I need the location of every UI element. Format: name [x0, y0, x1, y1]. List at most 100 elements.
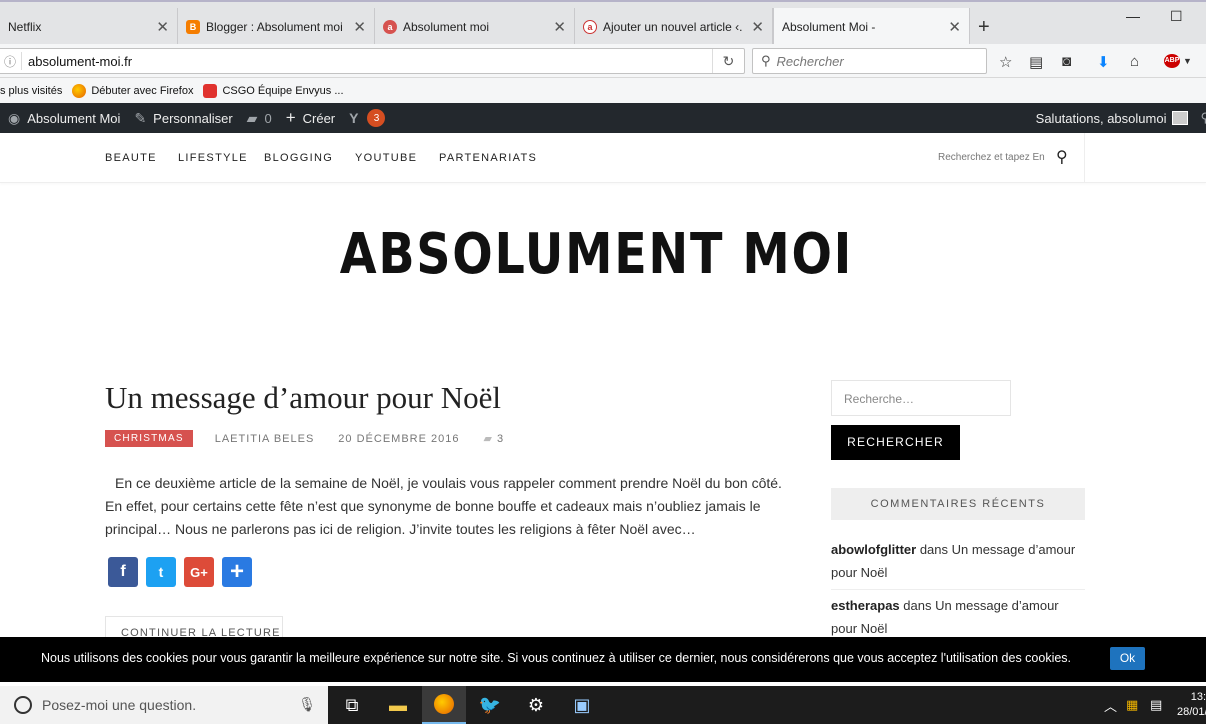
- info-icon[interactable]: ⓘ: [0, 53, 21, 70]
- comment-author[interactable]: estherapas: [831, 598, 900, 613]
- bookmark-most-visited[interactable]: s plus visités: [0, 85, 62, 97]
- post-author[interactable]: LAETITIA BELES: [215, 433, 315, 445]
- menu-item-lifestyle[interactable]: LIFESTYLE: [178, 152, 248, 164]
- sidebar-search-input[interactable]: Recherche…: [831, 380, 1011, 416]
- tab-active[interactable]: Absolument Moi - ✕: [773, 8, 970, 46]
- admin-site-label: Absolument Moi: [27, 110, 121, 126]
- network-icon[interactable]: ▤: [1150, 686, 1162, 724]
- menu-item-beaute[interactable]: BEAUTE: [105, 152, 157, 164]
- widget-title: COMMENTAIRES RÉCENTS: [831, 488, 1085, 520]
- home-icon[interactable]: ⌂: [1130, 53, 1139, 70]
- post-title[interactable]: Un message d’amour pour Noël: [105, 380, 501, 416]
- admin-site-link[interactable]: ◉ Absolument Moi: [8, 110, 120, 127]
- tray-app-icon[interactable]: ▦: [1126, 686, 1138, 724]
- comment-icon: ▰: [483, 433, 493, 445]
- blogger-icon: B: [186, 20, 200, 34]
- cookie-ok-button[interactable]: Ok: [1110, 647, 1145, 670]
- admin-customize-label: Personnaliser: [153, 110, 233, 126]
- bookmark-label: CSGO Équipe Envyus ...: [222, 84, 344, 97]
- menu-item-youtube[interactable]: YOUTUBE: [355, 152, 417, 164]
- close-icon[interactable]: ✕: [948, 18, 961, 36]
- post-meta: CHRISTMAS LAETITIA BELES 20 DÉCEMBRE 201…: [105, 430, 504, 447]
- bookmark-csgo[interactable]: CSGO Équipe Envyus ...: [203, 83, 344, 98]
- bookmark-firefox[interactable]: Débuter avec Firefox: [72, 83, 194, 98]
- menu-item-partenariats[interactable]: PARTENARIATS: [439, 152, 537, 164]
- admin-greeting: Salutations, absolumoi: [1035, 110, 1167, 126]
- task-view-icon[interactable]: ⧉: [330, 686, 374, 724]
- twitter-share-icon[interactable]: t: [146, 557, 176, 587]
- recent-comment[interactable]: estherapas dans Un message d’amour pour …: [831, 594, 1085, 640]
- clock-time: 13:: [1190, 691, 1206, 703]
- close-icon[interactable]: ✕: [751, 18, 764, 36]
- close-icon[interactable]: ✕: [353, 18, 366, 36]
- bookmark-star-icon[interactable]: ☆: [999, 53, 1012, 71]
- admin-account[interactable]: Salutations, absolumoi ⚲: [1036, 103, 1206, 133]
- cortana-icon: [14, 696, 32, 714]
- comment-count[interactable]: ▰ 3: [483, 432, 504, 445]
- windows-taskbar: Posez-moi une question. 🎙 ⧉ ▬ 🐦 ⚙ ▣ ︿ ▦ …: [0, 686, 1206, 724]
- file-explorer-icon[interactable]: ▬: [376, 686, 420, 724]
- cortana-search-input[interactable]: Posez-moi une question. 🎙: [0, 686, 328, 724]
- browser-navbar: ⓘ absolument-moi.fr ↻ ⚲ Rechercher ☆ ▤ ◙…: [0, 44, 1206, 78]
- sidebar-search-button[interactable]: RECHERCHER: [831, 425, 960, 460]
- divider: [21, 52, 22, 70]
- tab-label: Netflix: [8, 20, 42, 34]
- minimize-icon[interactable]: —: [1126, 8, 1140, 24]
- maximize-icon[interactable]: ☐: [1170, 8, 1183, 25]
- search-icon[interactable]: ⚲: [1056, 147, 1068, 167]
- recent-comment[interactable]: abowlofglitter dans Un message d’amour p…: [831, 538, 1085, 584]
- system-clock[interactable]: 13: 28/01/: [1177, 690, 1206, 720]
- download-icon[interactable]: ⬇: [1097, 53, 1110, 71]
- chevron-down-icon[interactable]: ▼: [1183, 56, 1192, 66]
- tab-label: Blogger : Absolument moi -: [206, 20, 346, 34]
- close-icon[interactable]: ✕: [156, 18, 169, 36]
- image-app-icon[interactable]: ▣: [560, 686, 604, 724]
- search-icon[interactable]: ⚲: [1200, 110, 1206, 126]
- new-tab-icon[interactable]: +: [978, 16, 990, 39]
- browser-search-input[interactable]: ⚲ Rechercher: [752, 48, 987, 74]
- tab-label: Absolument Moi -: [782, 20, 876, 34]
- settings-gear-icon[interactable]: ⚙: [514, 686, 558, 724]
- close-icon[interactable]: ✕: [553, 18, 566, 36]
- cortana-placeholder: Posez-moi une question.: [42, 697, 197, 713]
- admin-create-label: Créer: [302, 110, 336, 126]
- bookmark-label: Débuter avec Firefox: [91, 84, 194, 97]
- site-title[interactable]: ABSOLUMENT MOI: [89, 222, 1103, 287]
- tab-netflix[interactable]: Netflix ✕: [0, 8, 178, 46]
- admin-yoast-link[interactable]: Y 3: [349, 109, 386, 127]
- category-badge[interactable]: CHRISTMAS: [105, 430, 193, 447]
- pocket-icon[interactable]: ◙: [1062, 53, 1071, 70]
- search-placeholder: Rechercher: [776, 53, 844, 69]
- site-search-input[interactable]: Recherchez et tapez En: [938, 152, 1045, 163]
- bookmarks-bar: s plus visités Débuter avec Firefox CSGO…: [0, 78, 1206, 103]
- cookie-text: Nous utilisons des cookies pour vous gar…: [41, 651, 1072, 665]
- post-excerpt-text: En ce deuxième article de la semaine de …: [105, 475, 782, 537]
- tab-ajouter-article[interactable]: a Ajouter un nouvel article ‹... ✕: [575, 8, 773, 46]
- twitter-taskbar-icon[interactable]: 🐦: [468, 686, 512, 724]
- facebook-share-icon[interactable]: f: [108, 557, 138, 587]
- post-excerpt: En ce deuxième article de la semaine de …: [105, 472, 785, 541]
- pocket-icon: [203, 83, 218, 98]
- google-plus-share-icon[interactable]: G+: [184, 557, 214, 587]
- admin-create-link[interactable]: + Créer: [286, 108, 335, 128]
- admin-customize-link[interactable]: ✎ Personnaliser: [134, 110, 232, 127]
- reading-list-icon[interactable]: ▤: [1029, 53, 1043, 71]
- tab-absolument-moi[interactable]: a Absolument moi ✕: [375, 8, 575, 46]
- comment-count-value: 3: [496, 433, 505, 445]
- brush-icon: ✎: [134, 109, 147, 126]
- comment-author[interactable]: abowlofglitter: [831, 542, 916, 557]
- tab-blogger[interactable]: B Blogger : Absolument moi - ✕: [178, 8, 375, 46]
- adblock-icon[interactable]: ABP: [1164, 54, 1180, 68]
- yoast-icon: Y: [349, 110, 359, 126]
- url-bar[interactable]: ⓘ absolument-moi.fr ↻: [0, 48, 745, 74]
- share-plus-icon[interactable]: +: [222, 557, 252, 587]
- menu-item-blogging[interactable]: BLOGGING: [264, 152, 333, 164]
- comments-count: 0: [264, 110, 272, 126]
- reload-icon[interactable]: ↻: [712, 49, 744, 73]
- tray-chevron-up-icon[interactable]: ︿: [1104, 686, 1117, 724]
- firefox-taskbar-icon[interactable]: [422, 686, 466, 724]
- admin-comments-link[interactable]: ▰ 0: [247, 110, 272, 127]
- url-text[interactable]: absolument-moi.fr: [28, 54, 132, 69]
- avatar: [1172, 111, 1189, 125]
- microphone-icon[interactable]: 🎙: [298, 696, 316, 713]
